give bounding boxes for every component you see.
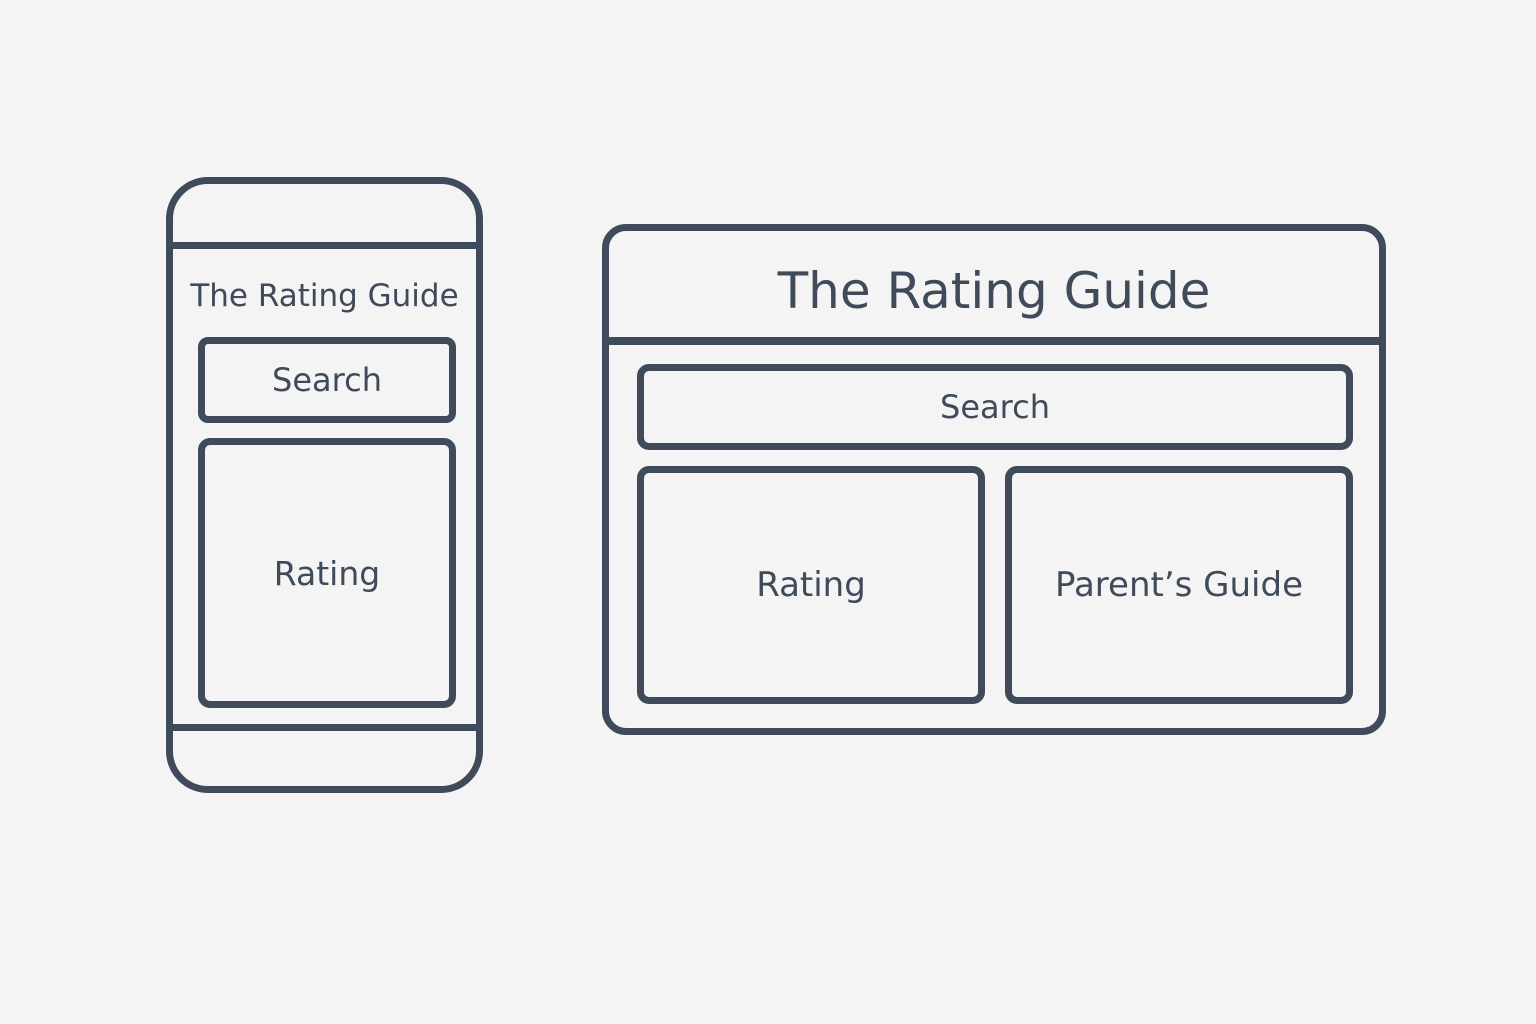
mobile-rating-panel[interactable]: Rating (198, 438, 456, 708)
desktop-rating-label: Rating (756, 565, 866, 605)
desktop-page-title: The Rating Guide (777, 262, 1211, 320)
desktop-rating-panel[interactable]: Rating (637, 466, 985, 704)
desktop-parents-guide-panel[interactable]: Parent’s Guide (1005, 466, 1353, 704)
desktop-header-divider (609, 337, 1379, 345)
desktop-search-label: Search (940, 388, 1050, 426)
mobile-footer-divider (173, 724, 476, 731)
mobile-header-divider (173, 242, 476, 249)
mobile-wireframe: The Rating Guide Search Rating (166, 177, 483, 793)
desktop-search-box[interactable]: Search (637, 364, 1353, 450)
mobile-rating-label: Rating (273, 553, 381, 593)
mobile-search-label: Search (272, 361, 382, 399)
desktop-parents-guide-label: Parent’s Guide (1054, 565, 1303, 605)
desktop-wireframe: The Rating Guide Search Rating Parent’s … (602, 224, 1386, 735)
mobile-search-box[interactable]: Search (198, 337, 456, 423)
mobile-page-title: The Rating Guide (190, 278, 459, 314)
